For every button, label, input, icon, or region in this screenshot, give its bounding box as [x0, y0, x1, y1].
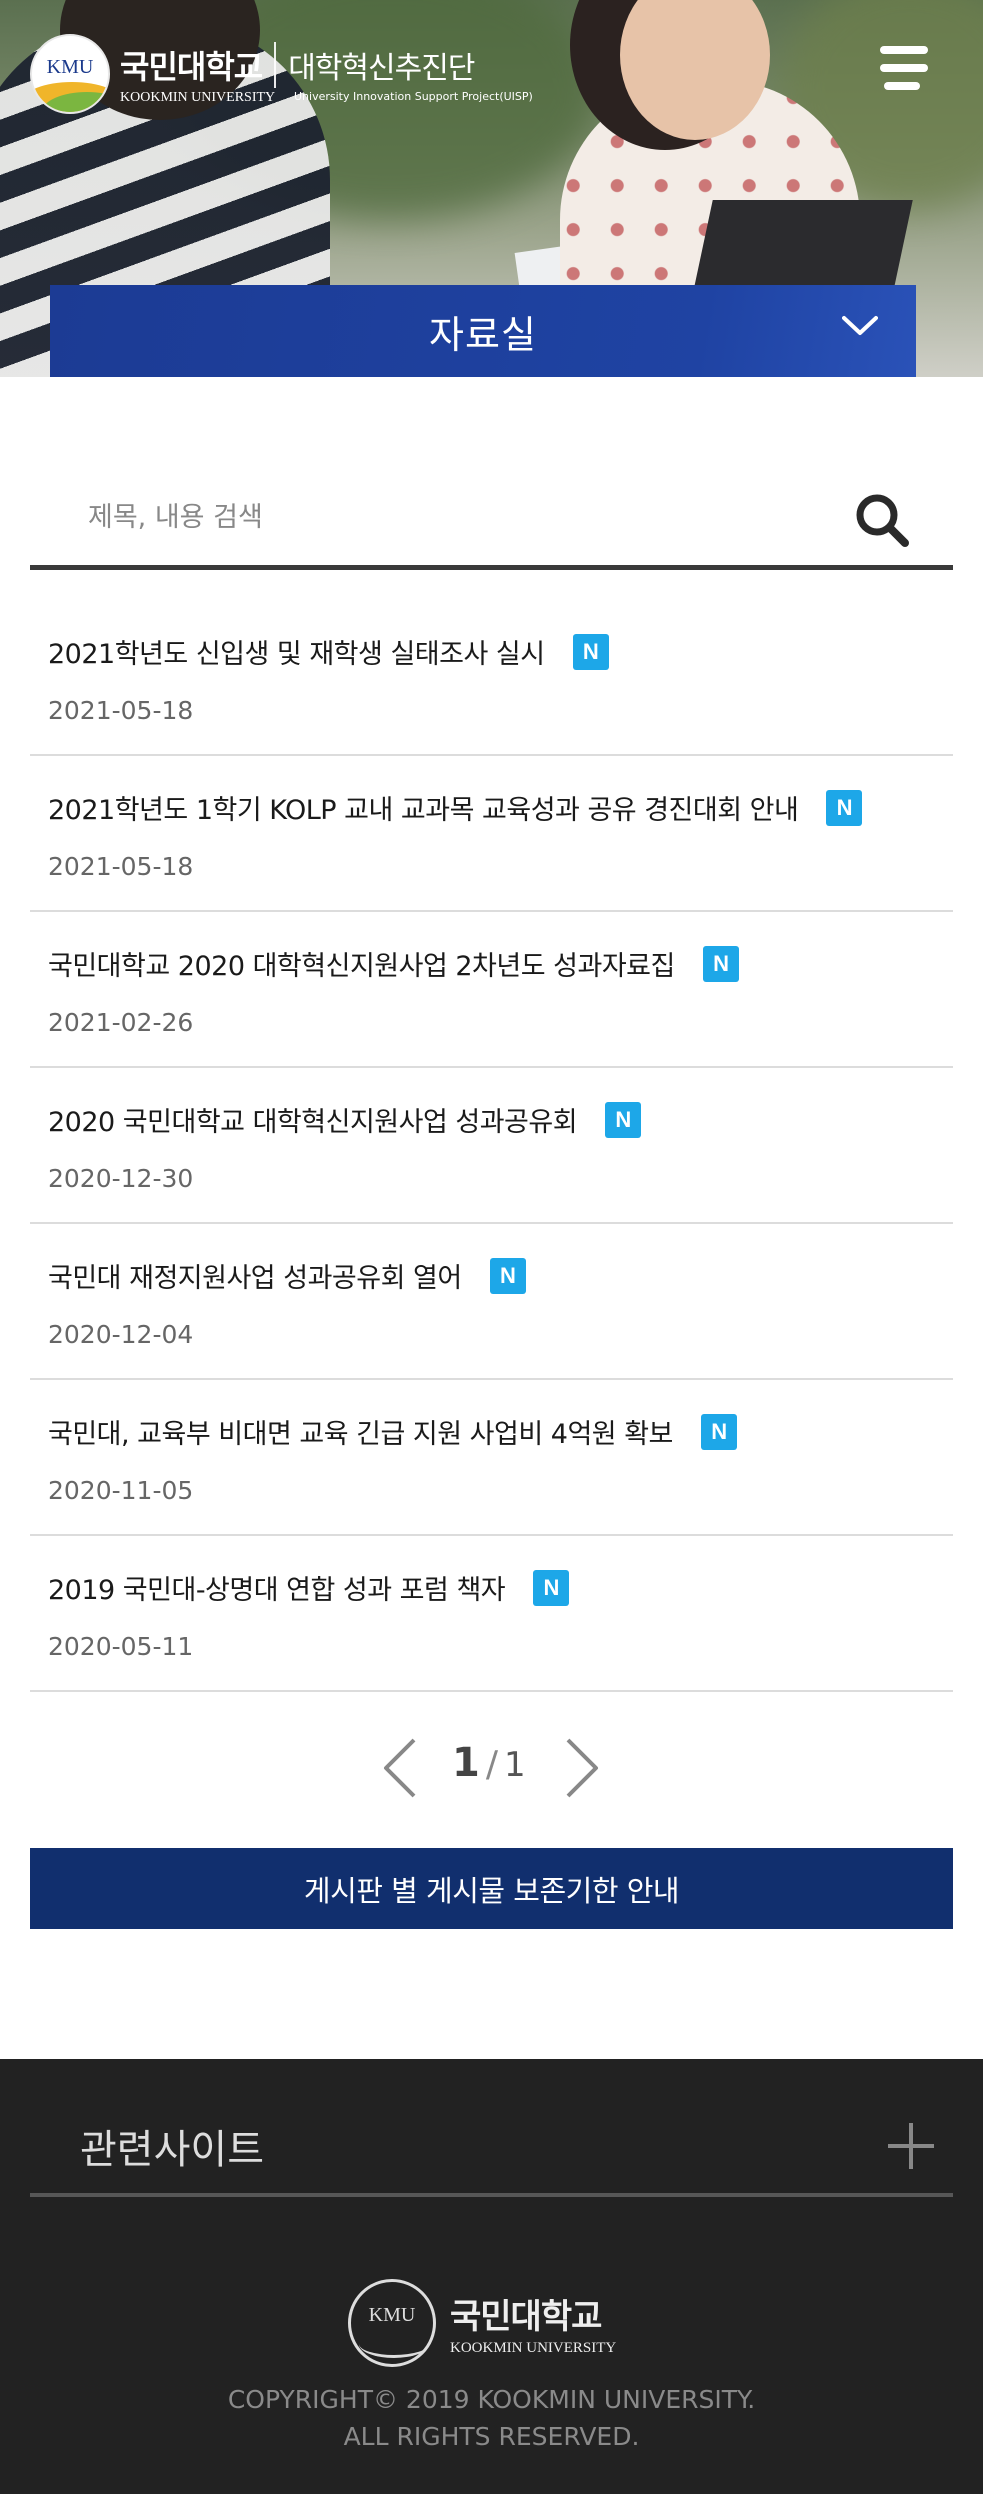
post-list: 2021학년도 신입생 및 재학생 실태조사 실시 N 2021-05-18 20… — [30, 600, 953, 1692]
new-badge: N — [826, 789, 863, 826]
kmu-emblem-icon: KMU — [30, 34, 110, 114]
logo-divider — [274, 42, 277, 88]
menu-bar — [880, 64, 928, 72]
post-title[interactable]: 국민대 재정지원사업 성과공유회 열어 — [48, 1256, 462, 1295]
post-date: 2020-12-04 — [48, 1320, 194, 1349]
section-title: 자료실 — [429, 312, 537, 357]
post-date: 2020-05-11 — [48, 1632, 194, 1661]
emblem-text: KMU — [46, 56, 94, 78]
post-title[interactable]: 국민대학교 2020 대학혁신지원사업 2차년도 성과자료집 — [48, 944, 675, 983]
logo-english-department: University Innovation Support Project(UI… — [294, 90, 533, 103]
new-badge: N — [533, 1569, 570, 1606]
copyright: COPYRIGHT© 2019 KOOKMIN UNIVERSITY. ALL … — [0, 2381, 983, 2455]
current-page: 1 — [452, 1740, 480, 1786]
list-item[interactable]: 국민대학교 2020 대학혁신지원사업 2차년도 성과자료집 N 2021-02-… — [30, 912, 953, 1068]
kmu-emblem-icon: KMU — [348, 2279, 436, 2367]
logo-department-name: 대학혁신추진단 — [288, 51, 475, 86]
chevron-right-icon[interactable] — [562, 1736, 602, 1800]
menu-bar — [884, 82, 920, 90]
search-input[interactable] — [30, 470, 850, 565]
hero-banner: KMU 국민대학교 대학혁신추진단 KOOKMIN UNIVERSITY Uni… — [0, 0, 983, 377]
page-indicator: 1/1 — [452, 1740, 526, 1786]
list-item[interactable]: 2021학년도 신입생 및 재학생 실태조사 실시 N 2021-05-18 — [30, 600, 953, 756]
post-date: 2021-05-18 — [48, 696, 194, 725]
list-item[interactable]: 2020 국민대학교 대학혁신지원사업 성과공유회 N 2020-12-30 — [30, 1068, 953, 1224]
related-sites-label: 관련사이트 — [80, 2127, 264, 2173]
site-logo[interactable]: KMU 국민대학교 대학혁신추진단 KOOKMIN UNIVERSITY Uni… — [30, 34, 533, 114]
emblem-text: KMU — [368, 2304, 416, 2326]
new-badge: N — [572, 633, 609, 670]
list-item[interactable]: 2021학년도 1학기 KOLP 교내 교과목 교육성과 공유 경진대회 안내 N… — [30, 756, 953, 912]
new-badge: N — [702, 945, 739, 982]
new-badge: N — [700, 1413, 737, 1450]
footer: 관련사이트 KMU 국민대학교 KOOKMIN UNIVERSITY COPYR… — [0, 2059, 983, 2494]
logo-text: 국민대학교 대학혁신추진단 KOOKMIN UNIVERSITY Univers… — [120, 42, 533, 106]
list-item[interactable]: 국민대, 교육부 비대면 교육 긴급 지원 사업비 4억원 확보 N 2020-1… — [30, 1380, 953, 1536]
footer-logo-korean-name: 국민대학교 — [450, 2297, 602, 2337]
footer-logo: KMU 국민대학교 KOOKMIN UNIVERSITY — [348, 2279, 616, 2367]
post-date: 2021-02-26 — [48, 1008, 194, 1037]
copyright-line: COPYRIGHT© 2019 KOOKMIN UNIVERSITY. — [227, 2385, 756, 2414]
search-bar — [30, 470, 953, 570]
post-title[interactable]: 2021학년도 1학기 KOLP 교내 교과목 교육성과 공유 경진대회 안내 — [48, 788, 799, 827]
search-icon[interactable] — [854, 492, 910, 548]
retention-notice-button[interactable]: 게시판 별 게시물 보존기한 안내 — [30, 1848, 953, 1929]
list-item[interactable]: 국민대 재정지원사업 성과공유회 열어 N 2020-12-04 — [30, 1224, 953, 1380]
post-title[interactable]: 2021학년도 신입생 및 재학생 실태조사 실시 — [48, 632, 545, 671]
footer-logo-english-name: KOOKMIN UNIVERSITY — [450, 2340, 617, 2356]
post-date: 2020-12-30 — [48, 1164, 194, 1193]
list-item[interactable]: 2019 국민대-상명대 연합 성과 포럼 책자 N 2020-05-11 — [30, 1536, 953, 1692]
post-date: 2020-11-05 — [48, 1476, 194, 1505]
copyright-line: ALL RIGHTS RESERVED. — [343, 2422, 640, 2451]
post-date: 2021-05-18 — [48, 852, 194, 881]
pagination: 1/1 — [380, 1730, 610, 1810]
post-title[interactable]: 2020 국민대학교 대학혁신지원사업 성과공유회 — [48, 1100, 578, 1139]
logo-korean-name: 국민대학교 — [120, 48, 263, 86]
page-separator: / — [485, 1744, 498, 1785]
chevron-left-icon[interactable] — [380, 1736, 420, 1800]
post-title[interactable]: 국민대, 교육부 비대면 교육 긴급 지원 사업비 4억원 확보 — [48, 1412, 673, 1451]
logo-english-name: KOOKMIN UNIVERSITY — [120, 90, 276, 105]
chevron-down-icon — [842, 316, 878, 335]
related-sites-toggle[interactable]: 관련사이트 — [30, 2089, 953, 2197]
emblem-arc — [359, 2330, 429, 2358]
plus-icon — [888, 2123, 934, 2169]
new-badge: N — [489, 1257, 526, 1294]
section-dropdown[interactable]: 자료실 — [50, 285, 916, 377]
new-badge: N — [605, 1101, 642, 1138]
menu-bar — [880, 46, 928, 54]
total-pages: 1 — [503, 1745, 526, 1785]
post-title[interactable]: 2019 국민대-상명대 연합 성과 포럼 책자 — [48, 1568, 506, 1607]
hamburger-menu-icon[interactable] — [880, 46, 930, 94]
